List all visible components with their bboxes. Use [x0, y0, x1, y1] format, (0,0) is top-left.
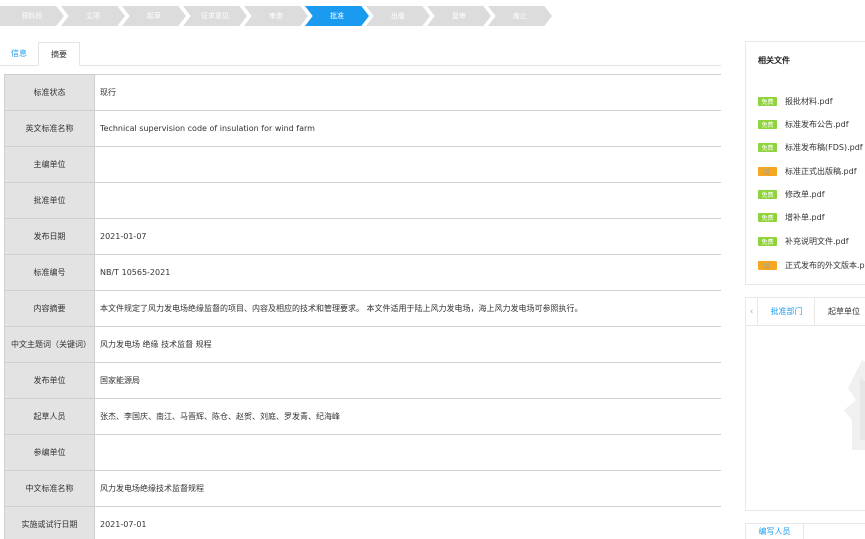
progress-steps: 预阶段 立项 起草 征求意见 审查 批准 出版 复审 废止 — [0, 6, 560, 26]
step-drafting[interactable]: 起草 — [122, 6, 186, 26]
chevron-left-icon[interactable]: ‹ — [746, 298, 758, 326]
file-link[interactable]: 🛒 标准正式出版稿.pdf — [758, 164, 857, 178]
cart-icon: 🛒 — [758, 166, 777, 176]
file-name: 标准正式出版稿.pdf — [785, 166, 857, 176]
step-consultation[interactable]: 征求意见 — [183, 6, 247, 26]
step-label: 复审 — [452, 12, 466, 20]
field-value — [95, 183, 721, 218]
field-label: 发布单位 — [4, 363, 95, 398]
content-tabs: 信息 摘要 — [0, 42, 721, 66]
step-publish[interactable]: 出版 — [366, 6, 430, 26]
free-badge: 免费 — [758, 142, 777, 152]
field-label: 内容摘要 — [4, 291, 95, 326]
table-row: 主编单位 — [4, 147, 721, 183]
department-tabs: ‹ 批准部门 起草单位 — [746, 298, 865, 326]
tab-summary[interactable]: 摘要 — [38, 42, 80, 66]
table-row: 起草人员 张杰、李国庆、南江、马晋辉、陈仓、赵贺、刘庭、罗发青、纪海峰 — [4, 399, 721, 435]
field-label: 中文标准名称 — [4, 471, 95, 506]
field-value: NB/T 10565-2021 — [100, 268, 171, 277]
step-project[interactable]: 立项 — [61, 6, 125, 26]
file-link[interactable]: 免费 标准发布公告.pdf — [758, 117, 849, 131]
related-files-title: 相关文件 — [758, 56, 790, 65]
field-value — [95, 147, 721, 182]
file-name: 标准发布公告.pdf — [785, 119, 849, 129]
file-link[interactable]: 免费 增补单.pdf — [758, 210, 825, 224]
free-badge: 免费 — [758, 236, 777, 246]
table-row: 发布日期 2021-01-07 — [4, 219, 721, 255]
step-label: 出版 — [391, 12, 405, 20]
table-row: 发布单位 国家能源局 — [4, 363, 721, 399]
field-label: 批准单位 — [4, 183, 95, 218]
table-row: 标准状态 现行 — [4, 75, 721, 111]
field-value — [95, 435, 721, 470]
step-abolish[interactable]: 废止 — [488, 6, 552, 26]
field-value: 风力发电场绝缘技术监督规程 — [100, 484, 204, 493]
tab-writers[interactable]: 编写人员 — [746, 524, 804, 539]
table-row: 批准单位 — [4, 183, 721, 219]
step-label: 审查 — [269, 12, 283, 20]
department-panel: ‹ 批准部门 起草单位 — [745, 297, 865, 511]
step-label: 废止 — [513, 12, 527, 20]
field-value: 2021-01-07 — [100, 232, 147, 241]
field-label: 中文主题词（关键词） — [4, 327, 95, 362]
field-label: 标准状态 — [4, 75, 95, 110]
step-approval[interactable]: 批准 — [305, 6, 369, 26]
file-name: 标准发布稿(FDS).pdf — [785, 142, 863, 152]
file-name: 修改单.pdf — [785, 189, 825, 199]
file-link[interactable]: 免费 补充说明文件.pdf — [758, 234, 849, 248]
tab-drafting-unit[interactable]: 起草单位 — [816, 298, 865, 326]
field-label: 参编单位 — [4, 435, 95, 470]
table-row: 参编单位 — [4, 435, 721, 471]
field-value: 现行 — [100, 88, 116, 97]
free-badge: 免费 — [758, 119, 777, 129]
step-label: 起草 — [147, 12, 161, 20]
file-name: 补充说明文件.pdf — [785, 236, 849, 246]
field-value: Technical supervision code of insulation… — [100, 124, 315, 133]
file-link[interactable]: 免费 报批材料.pdf — [758, 94, 833, 108]
writer-panel: 编写人员 — [745, 523, 865, 539]
free-badge: 免费 — [758, 96, 777, 106]
step-label: 预阶段 — [21, 12, 43, 20]
table-row: 英文标准名称 Technical supervision code of insu… — [4, 111, 721, 147]
table-row: 内容摘要 本文件规定了风力发电场绝缘监督的项目、内容及相应的技术和管理要求。 本文… — [4, 291, 721, 327]
table-row: 实施或试行日期 2021-07-01 — [4, 507, 721, 539]
related-files-panel: 相关文件 免费 报批材料.pdf 免费 标准发布公告.pdf 免费 标准发布稿(FDS… — [745, 41, 865, 285]
step-re-review[interactable]: 复审 — [427, 6, 491, 26]
step-label: 征求意见 — [201, 12, 229, 20]
field-label: 发布日期 — [4, 219, 95, 254]
field-label: 英文标准名称 — [4, 111, 95, 146]
table-row: 中文主题词（关键词） 风力发电场 绝缘 技术监督 规程 — [4, 327, 721, 363]
step-pre-stage[interactable]: 预阶段 — [0, 6, 64, 26]
tab-info[interactable]: 信息 — [0, 42, 38, 66]
field-label: 实施或试行日期 — [4, 507, 95, 539]
file-name: 正式发布的外文版本.pdf — [785, 260, 865, 270]
field-label: 主编单位 — [4, 147, 95, 182]
cart-icon: 🛒 — [758, 260, 777, 270]
tab-approval-department[interactable]: 批准部门 — [759, 298, 815, 326]
field-label: 起草人员 — [4, 399, 95, 434]
free-badge: 免费 — [758, 189, 777, 199]
file-link[interactable]: 免费 修改单.pdf — [758, 187, 825, 201]
field-value: 国家能源局 — [100, 376, 140, 385]
standard-info-table: 标准状态 现行 英文标准名称 Technical supervision code … — [4, 74, 721, 539]
step-label: 批准 — [330, 12, 344, 20]
field-label: 标准编号 — [4, 255, 95, 290]
field-value: 本文件规定了风力发电场绝缘监督的项目、内容及相应的技术和管理要求。 本文件适用于… — [100, 304, 583, 313]
table-row: 中文标准名称 风力发电场绝缘技术监督规程 — [4, 471, 721, 507]
field-value: 2021-07-01 — [100, 520, 147, 529]
file-name: 增补单.pdf — [785, 212, 825, 222]
step-review[interactable]: 审查 — [244, 6, 308, 26]
field-value: 张杰、李国庆、南江、马晋辉、陈仓、赵贺、刘庭、罗发青、纪海峰 — [100, 412, 340, 421]
placeholder-graphic-icon — [844, 360, 865, 450]
field-value: 风力发电场 绝缘 技术监督 规程 — [100, 340, 212, 349]
table-row: 标准编号 NB/T 10565-2021 — [4, 255, 721, 291]
free-badge: 免费 — [758, 212, 777, 222]
file-link[interactable]: 🛒 正式发布的外文版本.pdf — [758, 258, 865, 272]
step-label: 立项 — [86, 12, 100, 20]
file-name: 报批材料.pdf — [785, 96, 833, 106]
file-link[interactable]: 免费 标准发布稿(FDS).pdf — [758, 140, 863, 154]
